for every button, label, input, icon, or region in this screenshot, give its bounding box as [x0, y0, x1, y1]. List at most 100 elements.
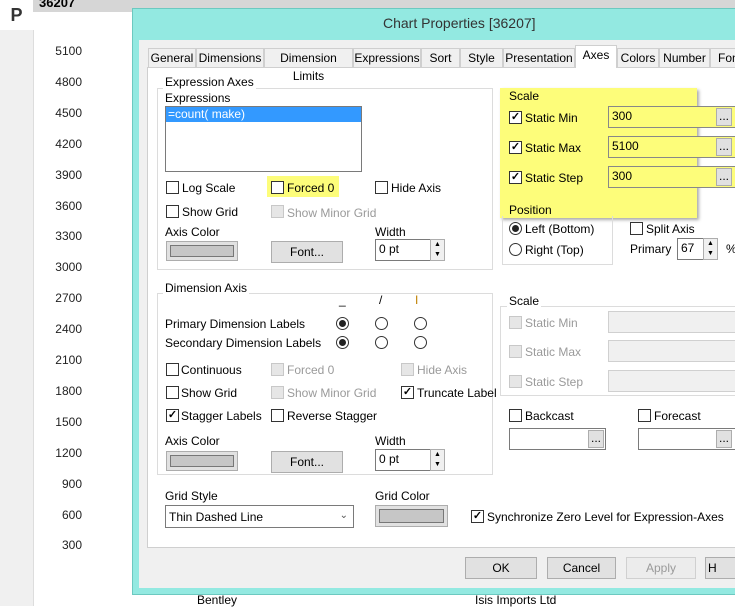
show-grid-label: Show Grid	[182, 205, 239, 219]
show-grid-checkbox[interactable]	[166, 205, 179, 218]
static-min-more-button[interactable]: ...	[716, 108, 732, 126]
backcast-checkbox[interactable]	[509, 409, 522, 422]
position-left-label: Left (Bottom)	[525, 222, 595, 236]
dim-forced0-checkbox[interactable]	[271, 363, 284, 376]
y-axis-tick-label: 600	[61, 507, 82, 522]
continuous-checkbox[interactable]	[166, 363, 179, 376]
col-horizontal: _	[339, 293, 346, 307]
dim-static-max-label: Static Max	[525, 345, 582, 359]
dim-static-min-label: Static Min	[525, 316, 578, 330]
backcast-more-button[interactable]: ...	[588, 430, 604, 448]
expressions-label: Expressions	[165, 91, 231, 105]
secondary-diagonal-radio[interactable]	[375, 336, 388, 349]
grid-style-label: Grid Style	[165, 489, 218, 503]
secondary-vertical-radio[interactable]	[414, 336, 427, 349]
dim-font-button[interactable]: Font...	[271, 451, 343, 473]
grid-style-value: Thin Dashed Line	[169, 510, 264, 524]
axis-color-label: Axis Color	[165, 225, 220, 239]
stagger-labels-checkbox[interactable]: ✓	[166, 409, 179, 422]
forced0-label: Forced 0	[287, 181, 335, 195]
position-right-radio[interactable]	[509, 243, 522, 256]
primary-horizontal-radio[interactable]	[336, 317, 349, 330]
tab-dimension-limits[interactable]: Dimension Limits	[264, 48, 353, 83]
object-id: 36207	[39, 0, 76, 10]
forecast-more-button[interactable]: ...	[716, 430, 732, 448]
split-axis-label: Split Axis	[646, 222, 695, 236]
dim-width-input[interactable]: 0 pt	[375, 449, 431, 471]
apply-button[interactable]: Apply	[626, 557, 696, 579]
tab-number[interactable]: Number	[659, 48, 710, 68]
dim-axis-color-button[interactable]	[166, 451, 238, 471]
dim-static-max-checkbox[interactable]	[509, 345, 522, 358]
primary-vertical-radio[interactable]	[414, 317, 427, 330]
axis-color-button[interactable]	[166, 241, 238, 261]
grid-style-select[interactable]: Thin Dashed Line ⌄	[165, 505, 354, 528]
y-axis-tick-label: 4800	[55, 74, 82, 89]
left-strip	[0, 30, 34, 606]
y-axis-tick-label: 300	[61, 538, 82, 553]
width-spinner[interactable]: ▲ ▼	[430, 239, 445, 261]
dim-static-min-input[interactable]	[608, 311, 735, 333]
forecast-checkbox[interactable]	[638, 409, 651, 422]
grid-color-button[interactable]	[375, 505, 448, 527]
primary-input[interactable]: 67	[677, 238, 704, 260]
primary-diagonal-radio[interactable]	[375, 317, 388, 330]
expressions-list[interactable]: =count( make)	[165, 106, 362, 172]
tab-font[interactable]: Font	[710, 48, 735, 68]
dialog-title: Chart Properties [36207]	[383, 15, 536, 31]
dim-static-step-checkbox[interactable]	[509, 375, 522, 388]
tab-sort[interactable]: Sort	[421, 48, 460, 68]
static-step-more-button[interactable]: ...	[716, 168, 732, 186]
hide-axis-checkbox[interactable]	[375, 181, 388, 194]
dim-axis-color-label: Axis Color	[165, 434, 220, 448]
static-step-checkbox[interactable]: ✓	[509, 171, 522, 184]
tab-expressions[interactable]: Expressions	[353, 48, 421, 68]
static-min-checkbox[interactable]: ✓	[509, 111, 522, 124]
secondary-horizontal-radio[interactable]	[336, 336, 349, 349]
reverse-stagger-checkbox[interactable]	[271, 409, 284, 422]
sync-zero-checkbox[interactable]: ✓	[471, 510, 484, 523]
tab-general[interactable]: General	[148, 48, 196, 68]
dim-width-spinner[interactable]: ▲ ▼	[430, 449, 445, 471]
dim-hide-axis-checkbox[interactable]	[401, 363, 414, 376]
dim-hide-axis-label: Hide Axis	[417, 363, 468, 377]
static-max-more-button[interactable]: ...	[716, 138, 732, 156]
dim-show-minor-grid-checkbox[interactable]	[271, 386, 284, 399]
position-left-radio[interactable]	[509, 222, 522, 235]
dim-static-min-checkbox[interactable]	[509, 316, 522, 329]
tab-presentation[interactable]: Presentation	[503, 48, 575, 68]
split-axis-checkbox[interactable]	[630, 222, 643, 235]
position-right-label: Right (Top)	[525, 243, 584, 257]
y-axis-tick-label: 3000	[55, 260, 82, 275]
y-axis-tick-label: 3900	[55, 167, 82, 182]
static-max-checkbox[interactable]: ✓	[509, 141, 522, 154]
forecast-label: Forecast	[654, 409, 701, 423]
continuous-label: Continuous	[181, 363, 242, 377]
ok-button[interactable]: OK	[465, 557, 537, 579]
col-diagonal: /	[379, 293, 383, 307]
show-minor-grid-checkbox[interactable]	[271, 205, 284, 218]
primary-spinner[interactable]: ▲ ▼	[703, 238, 718, 260]
expression-item[interactable]: =count( make)	[166, 107, 361, 122]
primary-dim-label: Primary Dimension Labels	[165, 317, 306, 331]
dim-static-step-input[interactable]	[608, 370, 735, 392]
y-axis-tick-label: 1200	[55, 445, 82, 460]
help-button[interactable]: H	[705, 557, 735, 579]
log-scale-checkbox[interactable]	[166, 181, 179, 194]
dim-show-grid-checkbox[interactable]	[166, 386, 179, 399]
font-button[interactable]: Font...	[271, 241, 343, 263]
tab-axes[interactable]: Axes	[575, 45, 617, 68]
tab-style[interactable]: Style	[460, 48, 503, 68]
percent-label: %	[726, 242, 735, 256]
reverse-stagger-label: Reverse Stagger	[287, 409, 378, 423]
tab-dimensions[interactable]: Dimensions	[196, 48, 264, 68]
y-axis-tick-label: 4200	[55, 136, 82, 151]
tab-colors[interactable]: Colors	[617, 48, 659, 68]
cancel-button[interactable]: Cancel	[547, 557, 616, 579]
x-label: Isis Imports Ltd	[475, 593, 557, 607]
forced0-checkbox[interactable]	[271, 181, 284, 194]
dim-show-grid-label: Show Grid	[181, 386, 238, 400]
width-input[interactable]: 0 pt	[375, 239, 431, 261]
truncate-label-checkbox[interactable]: ✓	[401, 386, 414, 399]
dim-static-max-input[interactable]	[608, 340, 735, 362]
